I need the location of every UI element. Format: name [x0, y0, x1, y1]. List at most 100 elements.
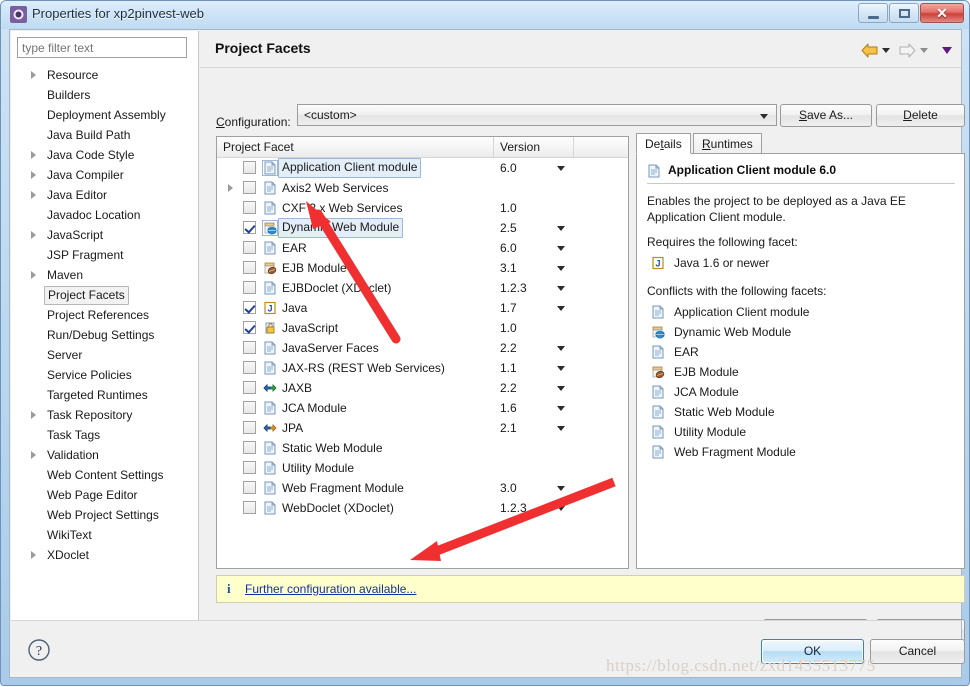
facet-version[interactable]: 1.7: [500, 298, 517, 318]
table-row[interactable]: JavaScript 1.0: [217, 318, 628, 338]
table-row[interactable]: WebDoclet (XDoclet) 1.2.3: [217, 498, 628, 518]
title-bar[interactable]: Properties for xp2pinvest-web ✕: [1, 1, 969, 29]
chevron-right-icon[interactable]: [31, 231, 36, 239]
table-row[interactable]: Utility Module: [217, 458, 628, 478]
column-header-version[interactable]: Version: [494, 137, 574, 157]
version-dropdown-icon[interactable]: [557, 506, 565, 511]
project-facets-table[interactable]: Project Facet Version Application Client…: [216, 136, 629, 569]
table-row[interactable]: Dynamic Web Module 2.5: [217, 218, 628, 238]
facet-checkbox[interactable]: [243, 481, 256, 494]
facet-checkbox[interactable]: [243, 201, 256, 214]
facet-checkbox[interactable]: [243, 401, 256, 414]
cancel-button[interactable]: Cancel: [870, 639, 965, 664]
table-row[interactable]: Web Fragment Module 3.0: [217, 478, 628, 498]
sidebar-item-server[interactable]: Server: [11, 345, 198, 365]
chevron-right-icon[interactable]: [228, 184, 233, 192]
sidebar-item-task-repository[interactable]: Task Repository: [11, 405, 198, 425]
chevron-right-icon[interactable]: [31, 451, 36, 459]
version-dropdown-icon[interactable]: [557, 266, 565, 271]
sidebar-item-java-compiler[interactable]: Java Compiler: [11, 165, 198, 185]
sidebar-item-web-project-settings[interactable]: Web Project Settings: [11, 505, 198, 525]
table-row[interactable]: EAR 6.0: [217, 238, 628, 258]
sidebar-item-jsp-fragment[interactable]: JSP Fragment: [11, 245, 198, 265]
close-button[interactable]: ✕: [920, 3, 964, 23]
help-question-icon[interactable]: ?: [27, 638, 51, 662]
table-row[interactable]: CXF 2.x Web Services 1.0: [217, 198, 628, 218]
table-row[interactable]: EJBDoclet (XDoclet) 1.2.3: [217, 278, 628, 298]
facet-version[interactable]: 1.2.3: [500, 278, 527, 298]
facet-checkbox[interactable]: [243, 321, 256, 334]
table-row[interactable]: JavaServer Faces 2.2: [217, 338, 628, 358]
facet-checkbox[interactable]: [243, 281, 256, 294]
version-dropdown-icon[interactable]: [557, 406, 565, 411]
sidebar-item-validation[interactable]: Validation: [11, 445, 198, 465]
sidebar-item-javascript[interactable]: JavaScript: [11, 225, 198, 245]
sidebar-item-project-facets[interactable]: Project Facets: [11, 285, 198, 305]
table-row[interactable]: J Java 1.7: [217, 298, 628, 318]
facet-checkbox[interactable]: [243, 301, 256, 314]
facet-version[interactable]: 3.0: [500, 478, 517, 498]
facet-checkbox[interactable]: [243, 461, 256, 474]
version-dropdown-icon[interactable]: [557, 486, 565, 491]
facet-checkbox[interactable]: [243, 221, 256, 234]
version-dropdown-icon[interactable]: [557, 286, 565, 291]
chevron-right-icon[interactable]: [31, 71, 36, 79]
tab-runtimes[interactable]: Runtimes: [693, 133, 762, 154]
facet-checkbox[interactable]: [243, 161, 256, 174]
facet-version[interactable]: 1.6: [500, 398, 517, 418]
facet-checkbox[interactable]: [243, 341, 256, 354]
facet-checkbox[interactable]: [243, 181, 256, 194]
facet-version[interactable]: 2.1: [500, 418, 517, 438]
facet-checkbox[interactable]: [243, 421, 256, 434]
sidebar-item-task-tags[interactable]: Task Tags: [11, 425, 198, 445]
table-row[interactable]: Application Client module 6.0: [217, 158, 628, 178]
sidebar-item-javadoc-location[interactable]: Javadoc Location: [11, 205, 198, 225]
chevron-right-icon[interactable]: [31, 151, 36, 159]
sidebar-item-targeted-runtimes[interactable]: Targeted Runtimes: [11, 385, 198, 405]
sidebar-item-java-build-path[interactable]: Java Build Path: [11, 125, 198, 145]
tab-details[interactable]: Details: [636, 133, 691, 154]
version-dropdown-icon[interactable]: [557, 366, 565, 371]
back-arrow-icon[interactable]: [861, 43, 878, 58]
column-header-facet[interactable]: Project Facet: [217, 137, 494, 157]
facet-checkbox[interactable]: [243, 381, 256, 394]
version-dropdown-icon[interactable]: [557, 166, 565, 171]
version-dropdown-icon[interactable]: [557, 246, 565, 251]
sidebar-item-maven[interactable]: Maven: [11, 265, 198, 285]
save-as-button[interactable]: Save As...: [780, 104, 872, 127]
sidebar-item-web-content-settings[interactable]: Web Content Settings: [11, 465, 198, 485]
sidebar-item-java-code-style[interactable]: Java Code Style: [11, 145, 198, 165]
facet-version[interactable]: 2.5: [500, 218, 517, 238]
facet-version[interactable]: 6.0: [500, 238, 517, 258]
facet-checkbox[interactable]: [243, 501, 256, 514]
table-row[interactable]: Static Web Module: [217, 438, 628, 458]
facet-version[interactable]: 1.0: [500, 198, 517, 218]
sidebar-item-builders[interactable]: Builders: [11, 85, 198, 105]
sidebar-item-java-editor[interactable]: Java Editor: [11, 185, 198, 205]
chevron-right-icon[interactable]: [31, 171, 36, 179]
sidebar-item-xdoclet[interactable]: XDoclet: [11, 545, 198, 565]
view-menu-icon[interactable]: [942, 47, 952, 54]
facet-version[interactable]: 2.2: [500, 378, 517, 398]
facet-version[interactable]: 3.1: [500, 258, 517, 278]
table-row[interactable]: JAXB 2.2: [217, 378, 628, 398]
further-configuration-link[interactable]: Further configuration available...: [245, 582, 416, 596]
facet-version[interactable]: 1.2.3: [500, 498, 527, 518]
sidebar-item-web-page-editor[interactable]: Web Page Editor: [11, 485, 198, 505]
table-row[interactable]: Axis2 Web Services: [217, 178, 628, 198]
version-dropdown-icon[interactable]: [557, 386, 565, 391]
delete-button[interactable]: Delete: [876, 104, 965, 127]
sidebar-item-service-policies[interactable]: Service Policies: [11, 365, 198, 385]
version-dropdown-icon[interactable]: [557, 346, 565, 351]
sidebar-item-resource[interactable]: Resource: [11, 65, 198, 85]
chevron-right-icon[interactable]: [31, 411, 36, 419]
table-row[interactable]: EJB Module 3.1: [217, 258, 628, 278]
facet-checkbox[interactable]: [243, 441, 256, 454]
version-dropdown-icon[interactable]: [557, 306, 565, 311]
table-row[interactable]: JCA Module 1.6: [217, 398, 628, 418]
facet-checkbox[interactable]: [243, 241, 256, 254]
maximize-button[interactable]: [889, 3, 919, 23]
facet-checkbox[interactable]: [243, 261, 256, 274]
configuration-combo[interactable]: <custom>: [297, 104, 777, 126]
version-dropdown-icon[interactable]: [557, 226, 565, 231]
